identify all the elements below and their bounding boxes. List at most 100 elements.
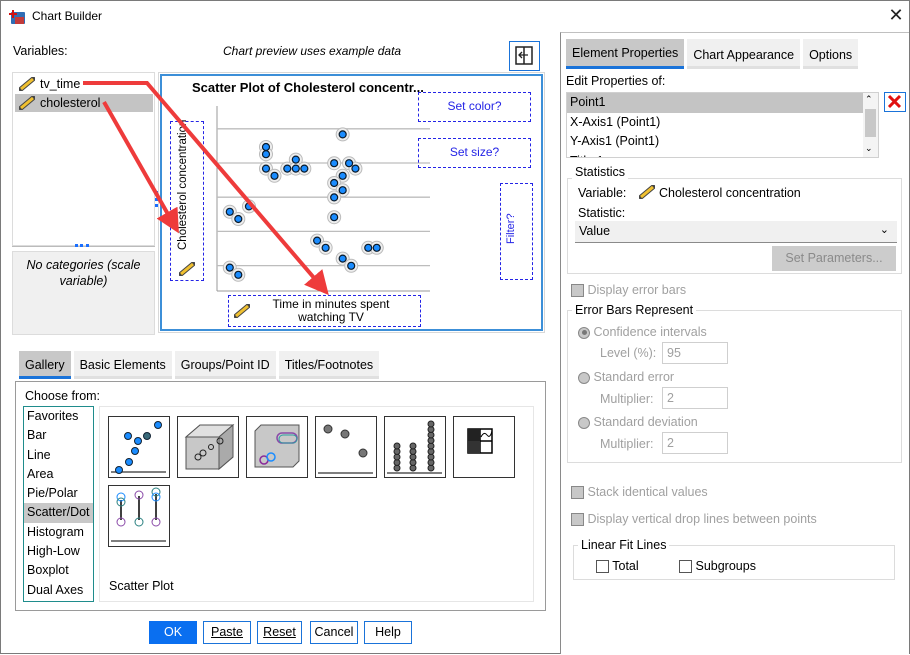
list-item-x-axis1[interactable]: X-Axis1 (Point1) — [567, 113, 863, 133]
properties-tabs: Element Properties Chart Appearance Opti… — [566, 39, 861, 69]
scale-ruler-icon — [179, 262, 195, 276]
data-point — [330, 193, 339, 202]
set-size-dropzone[interactable]: Set size? — [418, 138, 531, 168]
help-button[interactable]: Help — [364, 621, 412, 644]
thumb-summary-point[interactable] — [315, 416, 377, 478]
data-point — [234, 270, 243, 279]
ok-button[interactable]: OK — [149, 621, 197, 644]
chart-type-dual-axes[interactable]: Dual Axes — [24, 581, 93, 600]
reset-button[interactable]: Reset — [257, 621, 302, 644]
tab-options[interactable]: Options — [803, 39, 859, 69]
set-parameters-button[interactable]: Set Parameters... — [772, 246, 896, 271]
data-point — [291, 164, 300, 173]
variable-label: Variable: — [578, 186, 627, 200]
chart-type-high-low[interactable]: High-Low — [24, 542, 93, 561]
categories-info: No categories (scale variable) — [12, 251, 155, 335]
paste-button[interactable]: Paste — [203, 621, 251, 644]
data-point — [321, 243, 330, 252]
display-error-bars-checkbox[interactable]: Display error bars — [571, 283, 686, 298]
standard-error-radio[interactable]: Standard error — [578, 370, 674, 384]
thumb-scatterplot-matrix[interactable] — [453, 416, 515, 478]
standard-deviation-radio[interactable]: Standard deviation — [578, 415, 698, 429]
data-point — [338, 254, 347, 263]
data-point — [364, 243, 373, 252]
scroll-up-icon[interactable]: ⌃ — [865, 94, 873, 105]
subgroups-checkbox[interactable]: Subgroups — [679, 559, 756, 574]
se-multiplier-input[interactable]: 2 — [662, 387, 728, 409]
variables-list[interactable]: tv_time cholesterol — [12, 72, 155, 246]
cancel-button[interactable]: Cancel — [310, 621, 358, 644]
level-label: Level (%): — [600, 346, 657, 360]
close-window-button[interactable]: ✕ — [885, 5, 907, 26]
gallery-thumbnails: Scatter Plot — [99, 406, 534, 602]
edit-properties-list[interactable]: Point1 X-Axis1 (Point1) Y-Axis1 (Point1)… — [566, 92, 879, 158]
statistic-select[interactable]: Value ⌄ — [575, 221, 897, 243]
tab-groups-point-id[interactable]: Groups/Point ID — [174, 351, 276, 379]
panel-toggle-icon — [515, 46, 533, 65]
chart-type-boxplot[interactable]: Boxplot — [24, 561, 93, 580]
panel-splitter-handle[interactable] — [155, 191, 158, 207]
data-point — [283, 164, 292, 173]
level-input[interactable]: 95 — [662, 342, 728, 364]
scroll-thumb[interactable] — [865, 109, 876, 137]
data-point — [338, 186, 347, 195]
chart-type-bar[interactable]: Bar — [24, 426, 93, 445]
list-splitter[interactable] — [12, 244, 155, 250]
data-point — [234, 214, 243, 224]
stack-identical-checkbox[interactable]: Stack identical values — [571, 485, 708, 500]
chart-type-pie-polar[interactable]: Pie/Polar — [24, 484, 93, 503]
3d-scatter-icon — [184, 423, 235, 471]
scale-ruler-icon — [19, 77, 35, 91]
thumb-drop-line[interactable] — [108, 485, 170, 547]
chart-type-favorites[interactable]: Favorites — [24, 407, 93, 426]
chart-type-list[interactable]: Favorites Bar Line Area Pie/Polar Scatte… — [23, 406, 94, 602]
total-checkbox[interactable]: Total — [596, 559, 639, 574]
tab-chart-appearance[interactable]: Chart Appearance — [687, 39, 801, 69]
collapse-panel-button[interactable] — [509, 41, 540, 71]
thumb-3d-scatter[interactable] — [177, 416, 239, 478]
delete-x-icon — [887, 94, 902, 109]
tab-basic-elements[interactable]: Basic Elements — [73, 351, 172, 379]
chart-type-histogram[interactable]: Histogram — [24, 523, 93, 542]
list-item-y-axis1[interactable]: Y-Axis1 (Point1) — [567, 132, 863, 152]
gallery-tabs: Gallery Basic Elements Groups/Point ID T… — [19, 351, 382, 379]
sd-multiplier-input[interactable]: 2 — [662, 432, 728, 454]
tab-titles-footnotes[interactable]: Titles/Footnotes — [278, 351, 380, 379]
simple-dot-plot-icon — [387, 420, 442, 474]
data-point — [244, 202, 254, 211]
data-point — [372, 243, 381, 252]
delete-element-button[interactable] — [884, 92, 906, 112]
dot — [409, 442, 417, 450]
data-point — [313, 236, 322, 245]
list-scrollbar[interactable]: ⌃ ⌄ — [863, 93, 878, 157]
data-point — [270, 171, 279, 180]
variable-item-tv-time[interactable]: tv_time — [15, 75, 153, 93]
y-axis-dropzone[interactable]: Cholesterol concentration — [170, 120, 204, 281]
variable-value: Cholesterol concentration — [659, 186, 801, 200]
thumb-simple-scatter[interactable] — [108, 416, 170, 478]
tab-element-properties[interactable]: Element Properties — [566, 39, 685, 69]
x-axis-dropzone[interactable]: Time in minutes spent watching TV — [228, 295, 421, 327]
confidence-intervals-radio[interactable]: Confidence intervals — [578, 325, 707, 339]
drop-line-icon — [111, 487, 166, 542]
scale-ruler-icon — [639, 185, 655, 199]
chart-type-scatter-dot[interactable]: Scatter/Dot — [24, 503, 93, 523]
data-point — [351, 164, 360, 173]
variable-item-cholesterol[interactable]: cholesterol — [15, 94, 153, 112]
tab-gallery[interactable]: Gallery — [19, 351, 71, 379]
thumb-grouped-3d-scatter[interactable] — [246, 416, 308, 478]
chart-canvas[interactable]: Scatter Plot of Cholesterol concentr... … — [160, 74, 543, 331]
set-color-dropzone[interactable]: Set color? — [418, 92, 531, 122]
data-point — [330, 159, 339, 168]
filter-dropzone[interactable]: Filter? — [500, 183, 533, 280]
simple-scatter-icon — [111, 421, 166, 474]
chart-type-line[interactable]: Line — [24, 446, 93, 465]
scroll-down-icon[interactable]: ⌄ — [865, 143, 873, 154]
data-point — [338, 130, 347, 139]
chart-type-area[interactable]: Area — [24, 465, 93, 484]
list-item-point1[interactable]: Point1 — [567, 93, 863, 113]
data-point — [261, 150, 271, 159]
thumb-simple-dot-plot[interactable] — [384, 416, 446, 478]
list-item-title1[interactable]: Title 1 — [567, 152, 863, 158]
drop-lines-checkbox[interactable]: Display vertical drop lines between poin… — [571, 512, 817, 527]
